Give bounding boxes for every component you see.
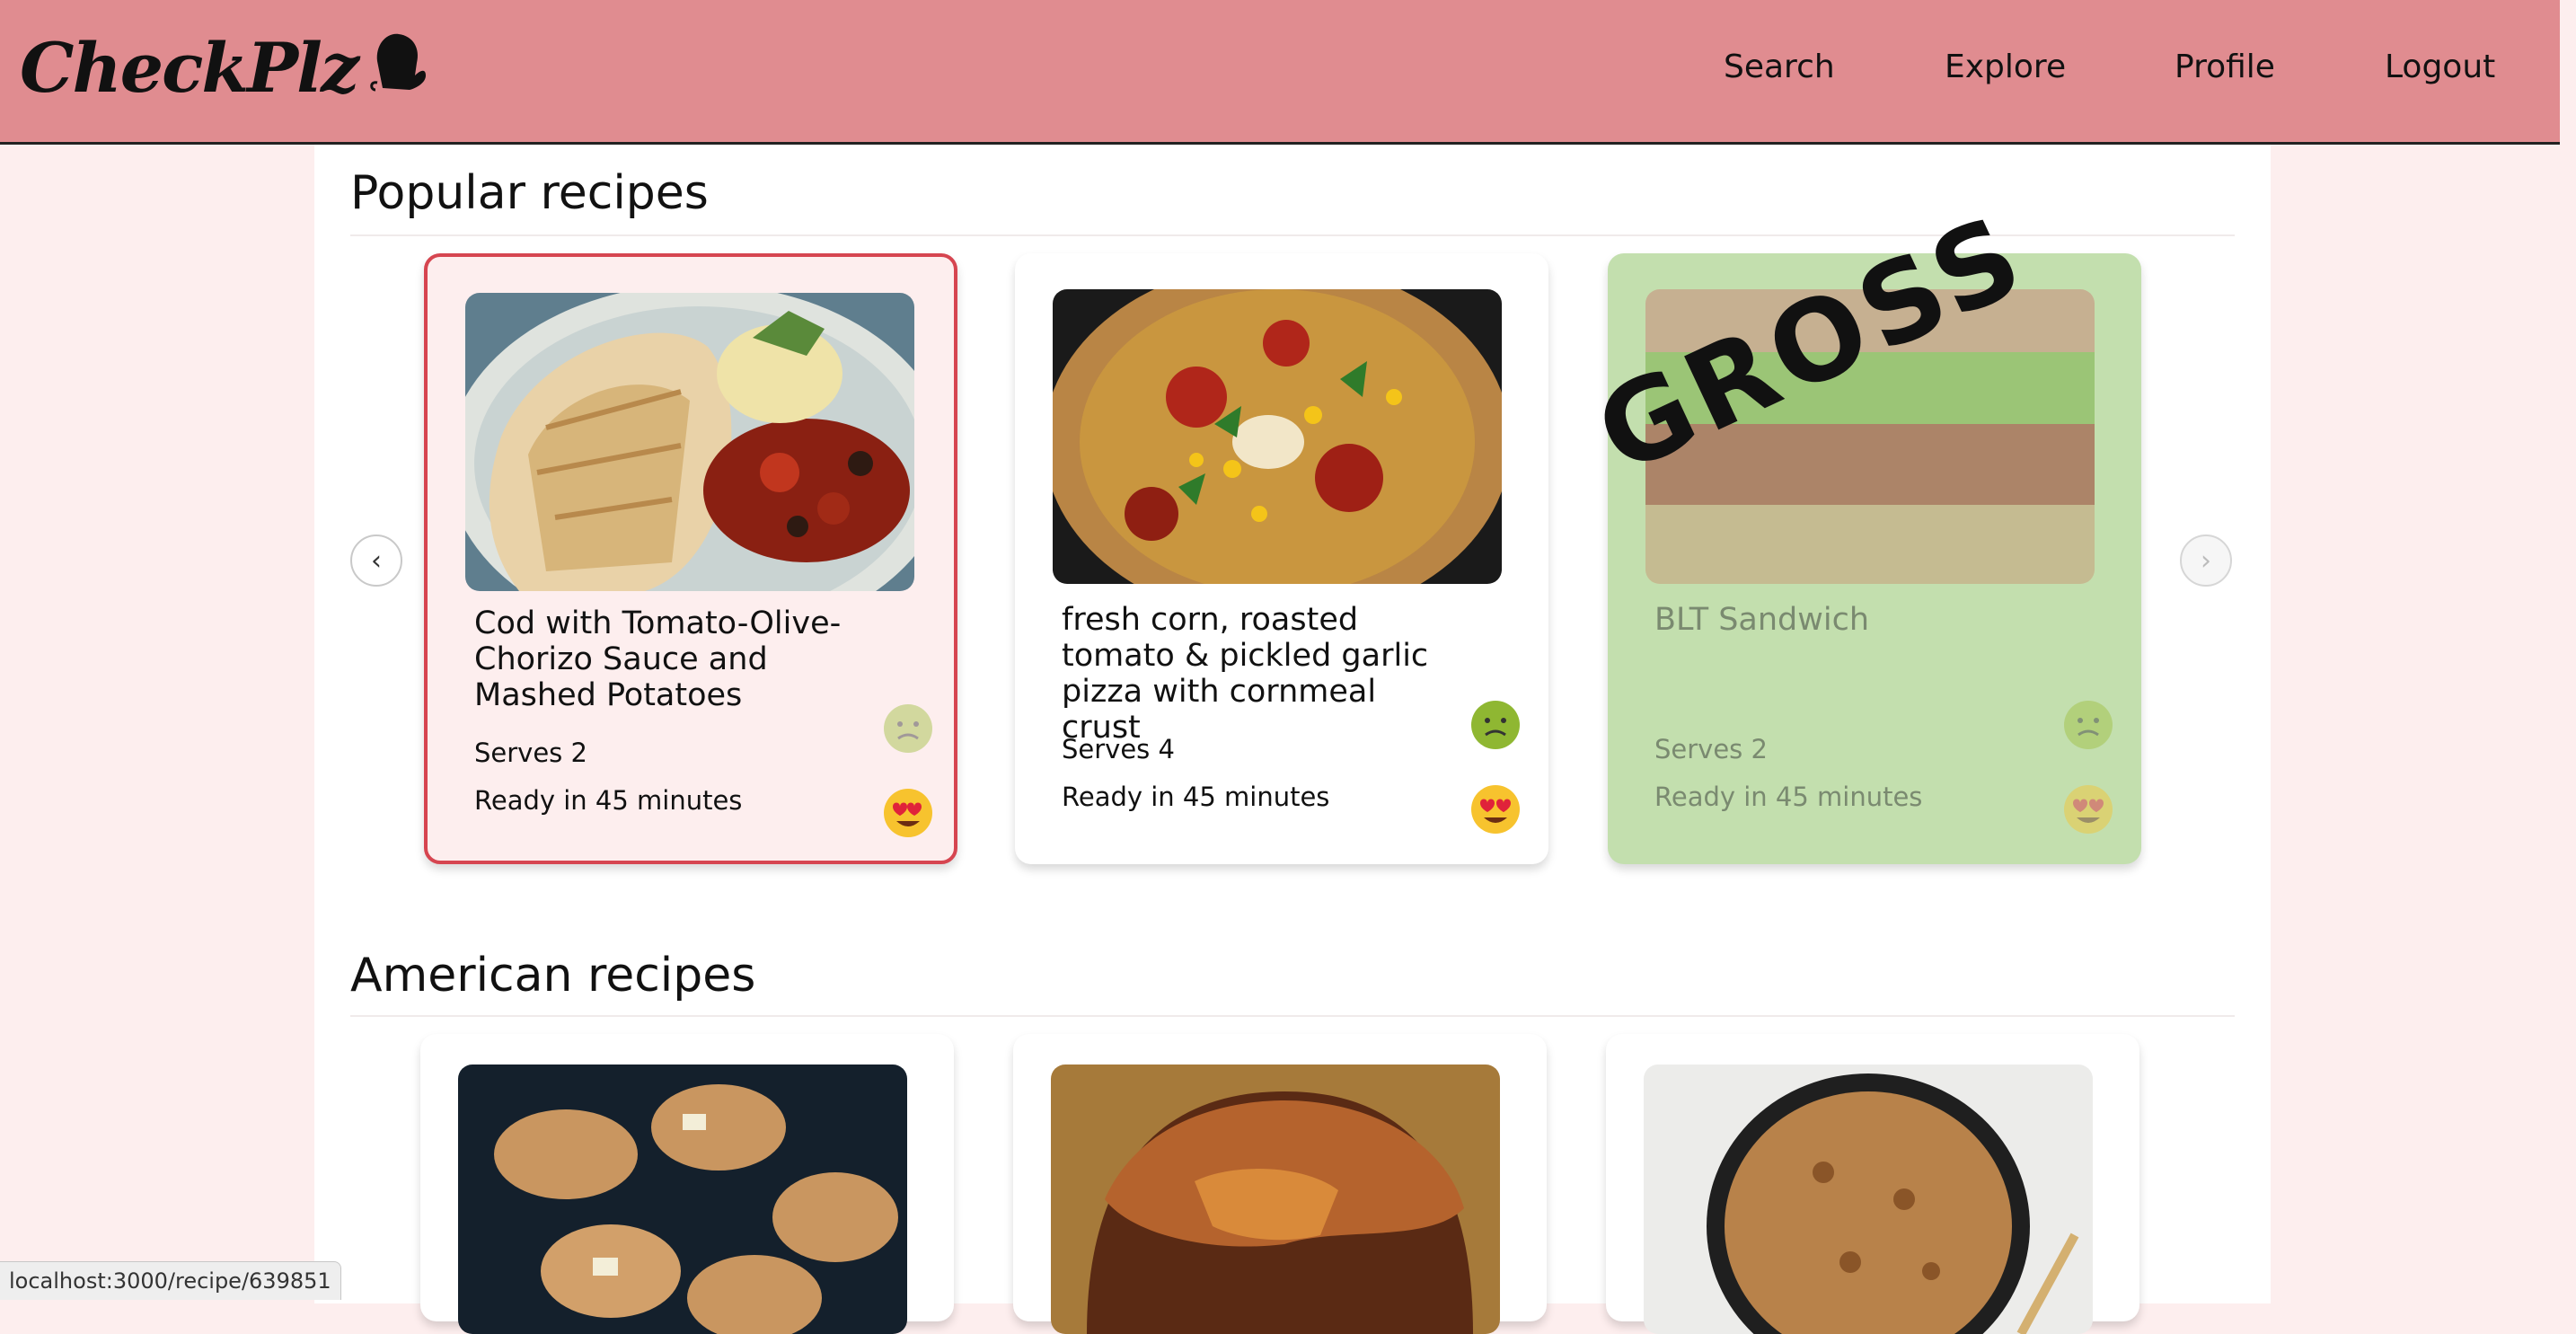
recipe-card-blt[interactable]: GROSS BLT Sandwich Serves 2 Ready in 45 … <box>1578 190 2141 864</box>
section-title-american: American recipes <box>350 949 756 1003</box>
recipe-photo-cod <box>465 293 914 591</box>
recipe-title: BLT Sandwich <box>1654 602 1870 638</box>
carousel-prev-button[interactable]: ‹ <box>350 534 402 587</box>
recipe-serves: Serves 2 <box>474 738 587 768</box>
nauseated-face-icon[interactable] <box>882 702 934 755</box>
nauseated-face-icon[interactable] <box>2062 699 2114 751</box>
nauseated-face-icon[interactable] <box>1469 699 1522 751</box>
recipe-photo <box>1644 1065 2093 1334</box>
recipe-photo <box>1051 1065 1500 1334</box>
browser-status-bar: localhost:3000/recipe/639851 <box>0 1261 341 1300</box>
section-divider <box>350 1015 2235 1017</box>
nav-profile-link[interactable]: Profile <box>2175 49 2275 85</box>
recipe-ready-time: Ready in 45 minutes <box>1062 782 1330 812</box>
main-nav: Search Explore Profile Logout <box>0 49 2560 99</box>
recipe-photo-pizza <box>1053 289 1502 584</box>
section-title-popular: Popular recipes <box>350 166 709 220</box>
recipe-card-cod[interactable]: Cod with Tomato-Olive-Chorizo Sauce and … <box>424 253 957 864</box>
recipe-card-american-3[interactable] <box>1606 1034 2139 1334</box>
heart-eyes-icon[interactable] <box>882 787 934 839</box>
carousel-next-button[interactable]: › <box>2180 534 2232 587</box>
recipe-card-american-2[interactable] <box>1013 1034 1547 1334</box>
nav-logout-link[interactable]: Logout <box>2385 49 2495 85</box>
recipe-ready-time: Ready in 45 minutes <box>1654 782 1923 812</box>
recipe-title: fresh corn, roasted tomato & pickled gar… <box>1062 602 1429 746</box>
recipe-ready-time: Ready in 45 minutes <box>474 785 743 816</box>
heart-eyes-icon[interactable] <box>2062 783 2114 835</box>
recipe-card-american-1[interactable] <box>420 1034 954 1334</box>
nav-explore-link[interactable]: Explore <box>1945 49 2066 85</box>
nav-search-link[interactable]: Search <box>1724 49 1835 85</box>
recipe-serves: Serves 4 <box>1062 734 1175 764</box>
recipe-title: Cod with Tomato-Olive-Chorizo Sauce and … <box>474 605 842 713</box>
recipe-serves: Serves 2 <box>1654 734 1768 764</box>
main-content: Popular recipes ‹ › Cod with Tomato-Oliv <box>314 145 2271 1334</box>
recipe-card-pizza[interactable]: fresh corn, roasted tomato & pickled gar… <box>1015 253 1548 864</box>
recipe-photo <box>458 1065 907 1334</box>
top-navbar: CheckPlz Search Explore Profile Logout <box>0 0 2560 145</box>
heart-eyes-icon[interactable] <box>1469 783 1522 835</box>
